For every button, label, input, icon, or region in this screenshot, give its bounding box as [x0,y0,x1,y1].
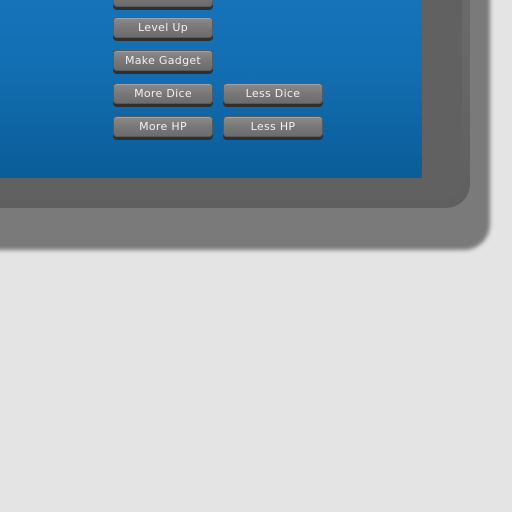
more-hp-button[interactable]: More HP [113,116,213,137]
partially-visible-button[interactable] [113,0,213,7]
more-dice-button[interactable]: More Dice [113,83,213,104]
less-hp-button[interactable]: Less HP [223,116,323,137]
level-up-button[interactable]: Level Up [113,17,213,38]
make-gadget-button[interactable]: Make Gadget [113,50,213,71]
less-dice-button[interactable]: Less Dice [223,83,323,104]
game-screen: Level Up Make Gadget More Dice Less Dice… [0,0,512,512]
